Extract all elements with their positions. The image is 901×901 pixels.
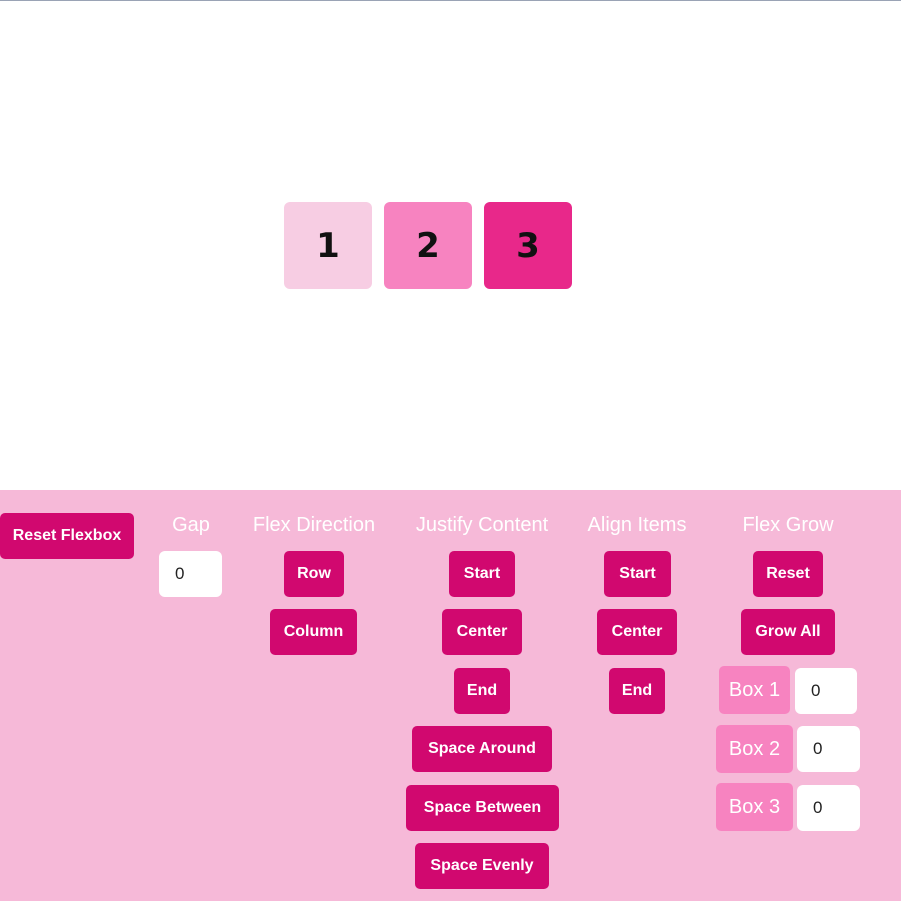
- flex-item-3: 3: [484, 202, 572, 289]
- flex-item-1: 1: [284, 202, 372, 289]
- box-2-label: Box 2: [716, 725, 793, 773]
- flex-grow-heading: Flex Grow: [742, 514, 834, 536]
- gap-input[interactable]: [159, 551, 222, 597]
- direction-row-button[interactable]: Row: [284, 551, 344, 597]
- box-3-label: Box 3: [716, 783, 793, 831]
- reset-flexbox-button[interactable]: Reset Flexbox: [0, 513, 134, 559]
- justify-end-button[interactable]: End: [454, 668, 510, 714]
- justify-space-around-button[interactable]: Space Around: [412, 726, 552, 772]
- grow-all-button[interactable]: Grow All: [741, 609, 835, 655]
- align-center-button[interactable]: Center: [597, 609, 677, 655]
- box-1-grow-input[interactable]: [795, 668, 857, 714]
- flex-container-preview: 1 2 3: [0, 1, 901, 490]
- flex-direction-heading: Flex Direction: [252, 514, 376, 536]
- controls-panel: Reset Flexbox Gap Flex Direction Row Col…: [0, 490, 901, 901]
- direction-column-button[interactable]: Column: [270, 609, 357, 655]
- box-3-grow-input[interactable]: [797, 785, 860, 831]
- align-start-button[interactable]: Start: [604, 551, 671, 597]
- gap-heading: Gap: [172, 514, 210, 536]
- box-1-label: Box 1: [719, 666, 790, 714]
- align-items-heading: Align Items: [587, 514, 687, 536]
- justify-space-between-button[interactable]: Space Between: [406, 785, 559, 831]
- grow-reset-button[interactable]: Reset: [753, 551, 823, 597]
- align-end-button[interactable]: End: [609, 668, 665, 714]
- justify-space-evenly-button[interactable]: Space Evenly: [415, 843, 549, 889]
- flex-item-2: 2: [384, 202, 472, 289]
- justify-content-heading: Justify Content: [415, 514, 549, 536]
- justify-start-button[interactable]: Start: [449, 551, 515, 597]
- justify-center-button[interactable]: Center: [442, 609, 522, 655]
- box-2-grow-input[interactable]: [797, 726, 860, 772]
